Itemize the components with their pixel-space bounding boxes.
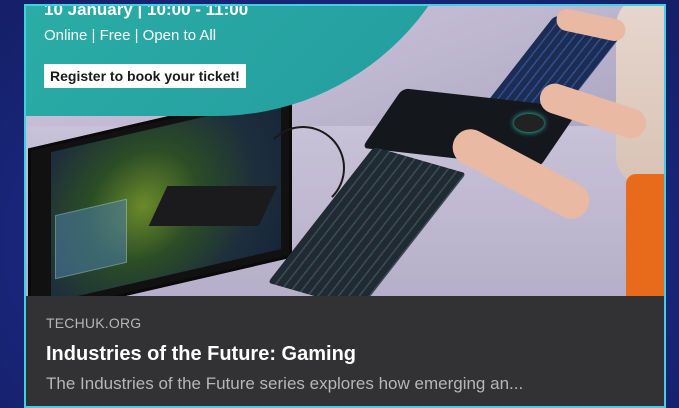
monitor-stand bbox=[148, 186, 278, 226]
event-date-time: 10 January | 10:00 - 11:00 bbox=[44, 6, 249, 19]
link-title[interactable]: Industries of the Future: Gaming bbox=[46, 343, 356, 366]
link-preview-card[interactable]: 10 January | 10:00 - 11:00 Online | Free… bbox=[24, 4, 666, 408]
cable bbox=[261, 126, 345, 210]
event-details: Online | Free | Open to All bbox=[44, 27, 217, 44]
link-description: The Industries of the Future series expl… bbox=[46, 374, 524, 393]
source-domain: TECHUK.ORG bbox=[46, 315, 142, 331]
orange-sleeve bbox=[626, 174, 664, 296]
register-button[interactable]: Register to book your ticket! bbox=[44, 64, 246, 88]
gaming-mouse bbox=[514, 114, 544, 132]
hero-image[interactable]: 10 January | 10:00 - 11:00 Online | Free… bbox=[26, 6, 664, 296]
link-meta[interactable]: TECHUK.ORG Industries of the Future: Gam… bbox=[26, 296, 664, 406]
